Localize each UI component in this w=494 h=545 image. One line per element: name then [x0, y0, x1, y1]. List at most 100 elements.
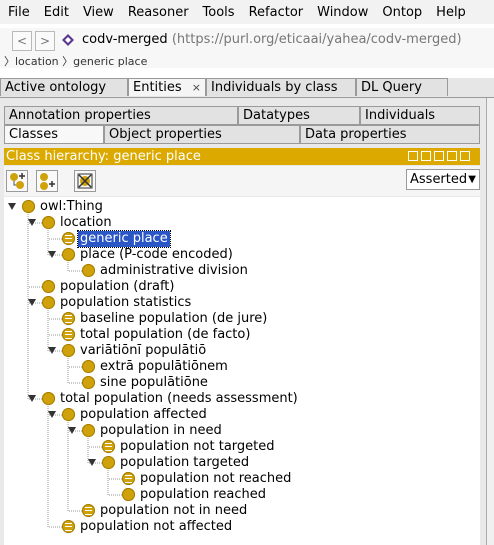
tree-node[interactable]: sine populātiōne	[4, 375, 480, 391]
expand-toggle-icon[interactable]	[48, 251, 56, 258]
expand-toggle-icon[interactable]	[28, 219, 36, 226]
class-icon	[42, 280, 55, 293]
class-leaf-icon	[62, 328, 75, 341]
tab-entities[interactable]: Entities ×	[128, 78, 206, 96]
tree-node[interactable]: population not reached	[4, 471, 480, 487]
tree-node-label: owl:Thing	[40, 199, 103, 214]
expand-toggle-icon[interactable]	[28, 299, 36, 306]
split-horizontal-icon[interactable]	[434, 151, 444, 161]
expand-toggle-icon[interactable]	[48, 411, 56, 418]
breadcrumb[interactable]: 〉location 〉generic place	[4, 53, 147, 69]
menu-tools[interactable]: Tools	[197, 5, 241, 20]
tab-datatypes[interactable]: Datatypes	[238, 106, 360, 125]
class-icon	[42, 216, 55, 229]
class-icon	[62, 408, 75, 421]
ontology-name: codv-merged	[82, 32, 168, 47]
class-icon	[102, 456, 115, 469]
tree-node[interactable]: baseline population (de jure)	[4, 311, 480, 327]
tree-node[interactable]: population not affected	[4, 519, 480, 535]
tree-node[interactable]: place (P-code encoded)	[4, 247, 480, 263]
close-icon[interactable]: ×	[192, 81, 201, 94]
expand-toggle-icon[interactable]	[8, 203, 16, 210]
float-window-icon[interactable]	[447, 151, 457, 161]
menu-ontop[interactable]: Ontop	[376, 5, 428, 20]
tree-node[interactable]: population (draft)	[4, 279, 480, 295]
ontology-title: codv-merged (https://purl.org/eticaai/ya…	[82, 32, 462, 47]
ontology-icon	[62, 34, 74, 46]
tree-node[interactable]: population statistics	[4, 295, 480, 311]
expand-toggle-icon[interactable]	[48, 347, 56, 354]
ontology-address-bar: < > codv-merged (https://purl.org/eticaa…	[0, 28, 494, 68]
tree-node-label: population not in need	[100, 503, 248, 518]
expand-toggle-icon[interactable]	[28, 395, 36, 402]
delete-class-icon	[77, 173, 93, 189]
view-mode-value: Asserted	[410, 172, 468, 187]
tree-node[interactable]: population reached	[4, 487, 480, 503]
tree-node-label: population (draft)	[60, 279, 175, 294]
menu-help[interactable]: Help	[430, 5, 472, 20]
close-view-icon[interactable]	[460, 151, 470, 161]
tab-active-ontology[interactable]: Active ontology	[0, 78, 128, 96]
tab-individuals[interactable]: Individuals	[360, 106, 480, 125]
add-subclass-icon	[10, 173, 25, 189]
class-icon	[82, 360, 95, 373]
split-vertical-icon[interactable]	[421, 151, 431, 161]
tab-object-properties[interactable]: Object properties	[104, 125, 300, 144]
tree-node-label: population in need	[100, 423, 222, 438]
tree-node-label: population statistics	[60, 295, 192, 310]
hierarchy-toolbar: Asserted ▼	[4, 166, 480, 196]
entity-tab-row-2: Classes Object properties Data propertie…	[4, 125, 480, 144]
tab-data-properties[interactable]: Data properties	[300, 125, 480, 144]
tree-node[interactable]: administrative division	[4, 263, 480, 279]
class-icon	[62, 248, 75, 261]
help-icon[interactable]	[408, 151, 418, 161]
tab-label: Entities	[133, 80, 182, 95]
tree-node-label: population reached	[140, 487, 266, 502]
tab-label: Individuals by class	[211, 80, 338, 95]
tree-node-label: population not affected	[80, 519, 233, 534]
menu-view[interactable]: View	[77, 5, 120, 20]
expand-toggle-icon[interactable]	[88, 459, 96, 466]
class-leaf-icon	[122, 472, 135, 485]
tree-node[interactable]: owl:Thing	[4, 199, 480, 215]
menu-refactor[interactable]: Refactor	[243, 5, 310, 20]
menu-file[interactable]: File	[2, 5, 36, 20]
tab-annotation-properties[interactable]: Annotation properties	[4, 106, 238, 125]
tree-node-label: generic place	[77, 230, 171, 248]
tree-node[interactable]: generic place	[4, 230, 480, 248]
forward-button[interactable]: >	[35, 31, 55, 51]
back-button[interactable]: <	[12, 31, 32, 51]
tree-node[interactable]: population affected	[4, 407, 480, 423]
tree-node[interactable]: population not in need	[4, 503, 480, 519]
tree-node-label: population targeted	[120, 455, 250, 470]
tree-node[interactable]: population not targeted	[4, 439, 480, 455]
tree-node-label: administrative division	[100, 263, 248, 278]
tree-node[interactable]: total population (needs assessment)	[4, 391, 480, 407]
class-leaf-icon	[62, 520, 75, 533]
entity-tab-row-1: Annotation properties Datatypes Individu…	[4, 106, 480, 125]
menu-edit[interactable]: Edit	[38, 5, 75, 20]
menu-window[interactable]: Window	[311, 5, 374, 20]
tree-node[interactable]: extrā populātiōnem	[4, 359, 480, 375]
tab-label: Active ontology	[5, 80, 107, 95]
tab-classes[interactable]: Classes	[4, 125, 104, 144]
delete-class-button[interactable]	[74, 170, 96, 192]
tree-node-label: population affected	[80, 407, 207, 422]
add-subclass-button[interactable]	[6, 170, 28, 192]
tab-label: DL Query	[361, 80, 422, 95]
tree-node-label: sine populātiōne	[100, 375, 208, 390]
tree-node-label: place (P-code encoded)	[80, 247, 233, 262]
class-leaf-icon	[62, 232, 75, 245]
tree-node[interactable]: population in need	[4, 423, 480, 439]
tab-individuals-by-class[interactable]: Individuals by class	[206, 78, 356, 96]
tree-node[interactable]: total population (de facto)	[4, 327, 480, 343]
menu-reasoner[interactable]: Reasoner	[122, 5, 195, 20]
tab-dl-query[interactable]: DL Query	[356, 78, 448, 96]
view-mode-select[interactable]: Asserted ▼	[406, 169, 480, 190]
tree-node[interactable]: location	[4, 215, 480, 231]
tree-node[interactable]: population targeted	[4, 455, 480, 471]
tree-node[interactable]: variātiōnī populātiō	[4, 343, 480, 359]
add-sibling-class-button[interactable]	[36, 170, 58, 192]
expand-toggle-icon[interactable]	[68, 427, 76, 434]
tree-node-label: extrā populātiōnem	[100, 359, 228, 374]
